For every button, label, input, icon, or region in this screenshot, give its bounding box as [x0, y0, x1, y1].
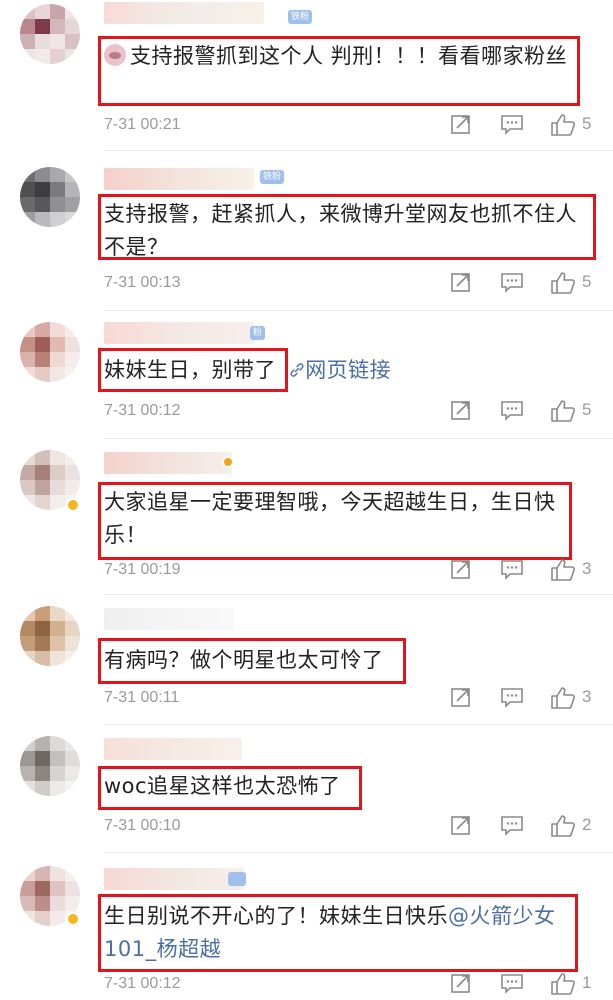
web-link[interactable]: 网页链接 — [289, 358, 391, 382]
comment-time: 7-31 00:13 — [104, 274, 181, 291]
highlight-box — [98, 194, 596, 260]
share-icon[interactable] — [450, 558, 472, 582]
highlight-box — [98, 348, 288, 392]
comment-time: 7-31 00:12 — [104, 975, 181, 992]
thumbs-up-icon[interactable] — [550, 271, 576, 295]
avatar[interactable] — [20, 4, 80, 64]
like-count: 2 — [582, 815, 592, 834]
link-icon — [290, 363, 304, 377]
username-blurred[interactable] — [104, 452, 232, 474]
comment-time: 7-31 00:12 — [104, 402, 181, 419]
comment-actions: 5 — [450, 113, 610, 137]
username-blurred[interactable] — [104, 168, 254, 190]
comment-actions: 3 — [450, 558, 610, 582]
thumbs-up-icon[interactable] — [550, 814, 576, 838]
comment-actions: 1 — [450, 972, 610, 996]
comment-icon[interactable] — [500, 558, 524, 582]
like-count: 5 — [582, 400, 592, 419]
verified-icon — [66, 498, 80, 512]
level-icon — [222, 456, 234, 468]
highlight-box — [98, 766, 362, 810]
avatar[interactable] — [20, 322, 80, 382]
comment-icon[interactable] — [500, 113, 524, 137]
share-icon[interactable] — [450, 814, 472, 838]
comment-actions: 5 — [450, 399, 610, 423]
username-blurred[interactable] — [104, 868, 244, 890]
thumbs-up-icon[interactable] — [550, 558, 576, 582]
avatar[interactable] — [20, 167, 80, 227]
share-icon[interactable] — [450, 113, 472, 137]
avatar[interactable] — [20, 606, 80, 666]
comment-icon[interactable] — [500, 399, 524, 423]
like-count: 5 — [582, 114, 592, 133]
username-blurred[interactable] — [104, 322, 254, 344]
thumbs-up-icon[interactable] — [550, 972, 576, 996]
comment-actions: 2 — [450, 814, 610, 838]
comment-actions: 3 — [450, 686, 610, 710]
share-icon[interactable] — [450, 399, 472, 423]
comment-time: 7-31 00:10 — [104, 817, 181, 834]
fan-badge: 粉 — [250, 326, 266, 340]
comment-actions: 5 — [450, 271, 610, 295]
highlight-box — [98, 894, 578, 972]
divider — [104, 150, 613, 151]
share-icon[interactable] — [450, 972, 472, 996]
avatar[interactable] — [20, 736, 80, 796]
divider — [104, 852, 613, 853]
fan-badge: 铁粉 — [288, 10, 313, 24]
like-count: 3 — [582, 687, 592, 706]
like-count: 3 — [582, 559, 592, 578]
thumbs-up-icon[interactable] — [550, 686, 576, 710]
thumbs-up-icon[interactable] — [550, 113, 576, 137]
highlight-box — [98, 482, 572, 560]
comment-time: 7-31 00:19 — [104, 561, 181, 578]
divider — [104, 438, 613, 439]
share-icon[interactable] — [450, 686, 472, 710]
divider — [104, 310, 613, 311]
divider — [104, 594, 613, 595]
comment-icon[interactable] — [500, 814, 524, 838]
like-count: 1 — [582, 973, 592, 992]
like-count: 5 — [582, 272, 592, 291]
comment-icon[interactable] — [500, 972, 524, 996]
comment-icon[interactable] — [500, 686, 524, 710]
thumbs-up-icon[interactable] — [550, 399, 576, 423]
comment-time: 7-31 00:11 — [104, 689, 180, 706]
highlight-box — [98, 638, 406, 684]
fan-badge: 铁粉 — [260, 170, 285, 184]
divider — [104, 724, 613, 725]
highlight-box — [98, 36, 580, 106]
username-blurred[interactable] — [104, 608, 234, 630]
username-blurred[interactable] — [104, 2, 264, 24]
comment-time: 7-31 00:21 — [104, 116, 181, 133]
verified-icon — [66, 912, 80, 926]
comment-icon[interactable] — [500, 271, 524, 295]
fan-badge — [228, 872, 246, 886]
username-blurred[interactable] — [104, 738, 242, 760]
share-icon[interactable] — [450, 271, 472, 295]
